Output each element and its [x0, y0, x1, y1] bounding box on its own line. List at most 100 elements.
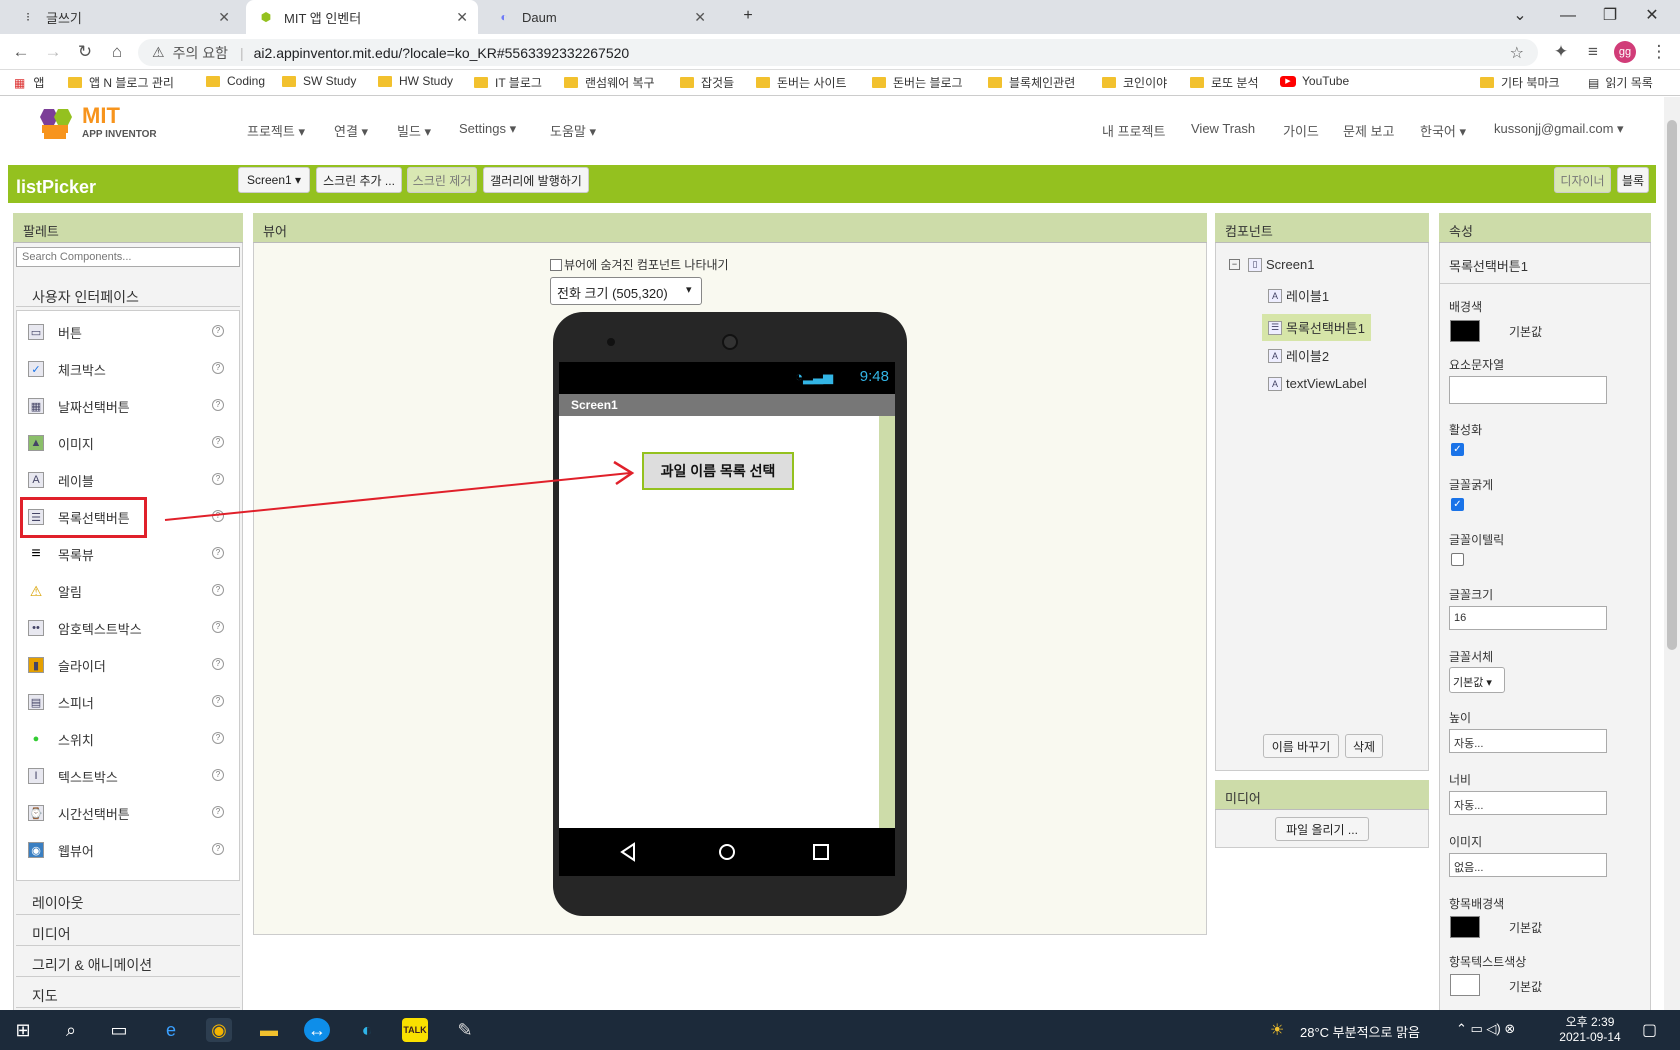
category-layout[interactable]: 레이아웃 — [16, 887, 240, 915]
bookmark-item[interactable]: 돈버는 블로그 — [872, 74, 963, 91]
italic-checkbox[interactable] — [1451, 553, 1464, 566]
help-icon[interactable]: ? — [212, 510, 224, 522]
bold-checkbox[interactable]: ✓ — [1451, 498, 1464, 511]
reload-icon[interactable]: ↻ — [74, 41, 96, 63]
home-icon[interactable]: ⌂ — [106, 41, 128, 63]
tab-daum[interactable]: ◐ Daum ✕ — [484, 0, 716, 34]
search-input[interactable]: Search Components... — [16, 247, 240, 267]
bookmark-reading-list[interactable]: ▤ 읽기 목록 — [1588, 74, 1653, 91]
bookmark-item[interactable]: Coding — [206, 74, 265, 88]
height-input[interactable]: 자동... — [1449, 729, 1607, 753]
fontface-select[interactable]: 기본값 ▾ — [1449, 667, 1505, 693]
help-icon[interactable]: ? — [212, 325, 224, 337]
bookmark-item[interactable]: 잡것들 — [680, 74, 734, 91]
bookmark-item[interactable]: IT 블로그 — [474, 74, 542, 91]
bookmark-item[interactable]: 돈버는 사이트 — [756, 74, 847, 91]
help-icon[interactable]: ? — [212, 658, 224, 670]
tree-label2[interactable]: A 레이블2 — [1268, 346, 1329, 365]
screen-select[interactable]: Screen1 ▾ — [238, 167, 310, 193]
help-icon[interactable]: ? — [212, 695, 224, 707]
palette-item-image[interactable]: ▲ 이미지 — [28, 433, 94, 453]
help-icon[interactable]: ? — [212, 843, 224, 855]
file-explorer-icon[interactable]: ▬ — [256, 1018, 282, 1042]
tray-icons[interactable]: ⌃ ▭ ◁) ⊗ — [1456, 1021, 1515, 1037]
edge-icon[interactable]: ◐ — [354, 1018, 380, 1042]
tab-appinventor[interactable]: ⬢ MIT 앱 인벤터 ✕ — [246, 0, 478, 34]
kakaotalk-icon[interactable]: TALK — [402, 1018, 428, 1042]
back-icon[interactable]: ← — [10, 41, 32, 63]
task-view-icon[interactable]: ▭ — [106, 1018, 132, 1042]
appinventor-logo[interactable]: MIT APP INVENTOR — [36, 103, 166, 145]
close-icon[interactable]: ✕ — [694, 9, 706, 26]
media-icon[interactable]: ≡ — [1582, 41, 1604, 63]
search-icon[interactable]: ⌕ — [58, 1018, 84, 1042]
image-input[interactable]: 없음... — [1449, 853, 1607, 877]
palette-item-switch[interactable]: ● 스위치 — [28, 729, 94, 749]
menu-language[interactable]: 한국어 ▾ — [1420, 121, 1466, 140]
tree-label1[interactable]: A 레이블1 — [1268, 286, 1329, 305]
show-hidden-checkbox[interactable] — [550, 258, 562, 271]
clock-time[interactable]: 오후 2:39 — [1560, 1013, 1620, 1030]
tree-screen1[interactable]: − ▯ Screen1 — [1229, 257, 1314, 272]
window-close-icon[interactable]: ✕ — [1632, 4, 1672, 28]
menu-help[interactable]: 도움말 ▾ — [550, 121, 596, 140]
palette-item-webviewer[interactable]: ◉ 웹뷰어 — [28, 840, 94, 860]
bgcolor-swatch[interactable] — [1450, 320, 1480, 342]
clock-date[interactable]: 2021-09-14 — [1548, 1030, 1632, 1044]
category-maps[interactable]: 지도 — [16, 980, 240, 1008]
bookmark-apps[interactable]: ▦ 앱 — [14, 74, 44, 91]
itembg-swatch[interactable] — [1450, 916, 1480, 938]
close-icon[interactable]: ✕ — [456, 9, 468, 26]
maximize-icon[interactable]: ❐ — [1590, 4, 1630, 28]
bookmark-item[interactable]: 코인이야 — [1102, 74, 1167, 91]
bookmark-item[interactable]: HW Study — [378, 74, 453, 88]
close-icon[interactable]: ✕ — [218, 9, 230, 26]
palette-item-timepicker[interactable]: ⌚ 시간선택버튼 — [28, 803, 130, 823]
weather-text[interactable]: 28°C 부분적으로 맑음 — [1300, 1022, 1420, 1041]
help-icon[interactable]: ? — [212, 584, 224, 596]
palette-item-datepicker[interactable]: ▦ 날짜선택버튼 — [28, 396, 130, 416]
phone-size-select[interactable]: 전화 크기 (505,320) — [550, 277, 702, 305]
bookmark-item[interactable]: SW Study — [282, 74, 356, 88]
listpicker-button[interactable]: 과일 이름 목록 선택 — [642, 452, 794, 490]
help-icon[interactable]: ? — [212, 399, 224, 411]
menu-icon[interactable]: ⋮ — [1648, 41, 1670, 63]
menu-project[interactable]: 프로젝트 ▾ — [247, 121, 305, 140]
minimize-icon[interactable]: — — [1548, 4, 1588, 28]
palette-item-label[interactable]: A 레이블 — [28, 470, 94, 490]
link-report[interactable]: 문제 보고 — [1343, 121, 1394, 140]
palette-item-spinner[interactable]: ▤ 스피너 — [28, 692, 94, 712]
delete-button[interactable]: 삭제 — [1345, 734, 1383, 758]
menu-build[interactable]: 빌드 ▾ — [397, 121, 431, 140]
help-icon[interactable]: ? — [212, 732, 224, 744]
windows-start-icon[interactable]: ⊞ — [10, 1018, 36, 1042]
tree-listpicker1[interactable]: ☰ 목록선택버튼1 — [1262, 314, 1371, 341]
forward-icon[interactable]: → — [42, 41, 64, 63]
category-drawing[interactable]: 그리기 & 애니메이션 — [16, 949, 240, 977]
bookmark-other[interactable]: 기타 북마크 — [1480, 74, 1560, 91]
fontsize-input[interactable]: 16 — [1449, 606, 1607, 630]
menu-account[interactable]: kussonjj@gmail.com ▾ — [1494, 121, 1624, 137]
itemtext-swatch[interactable] — [1450, 974, 1480, 996]
blocks-button[interactable]: 블록 — [1617, 167, 1649, 193]
help-icon[interactable]: ? — [212, 473, 224, 485]
enabled-checkbox[interactable]: ✓ — [1451, 443, 1464, 456]
palette-item-passwordtextbox[interactable]: •• 암호텍스트박스 — [28, 618, 142, 638]
url-field[interactable]: ⚠ 주의 요함 | ai2.appinventor.mit.edu/?local… — [138, 39, 1538, 66]
upload-file-button[interactable]: 파일 올리기 ... — [1275, 817, 1369, 841]
help-icon[interactable]: ? — [212, 547, 224, 559]
bookmark-item[interactable]: 블록체인관련 — [988, 74, 1075, 91]
bookmark-item[interactable]: 앱 N 블로그 관리 — [68, 74, 174, 91]
ie-icon[interactable]: e — [158, 1018, 184, 1042]
extensions-icon[interactable]: ✦ — [1550, 41, 1572, 63]
help-icon[interactable]: ? — [212, 769, 224, 781]
help-icon[interactable]: ? — [212, 806, 224, 818]
bookmark-item[interactable]: 랜섬웨어 복구 — [564, 74, 655, 91]
profile-avatar[interactable]: gg — [1614, 41, 1636, 63]
category-user-interface[interactable]: 사용자 인터페이스 — [16, 281, 240, 307]
add-screen-button[interactable]: 스크린 추가 ... — [316, 167, 402, 193]
palette-item-textbox[interactable]: I 텍스트박스 — [28, 766, 118, 786]
paint-icon[interactable]: ✎ — [452, 1018, 478, 1042]
help-icon[interactable]: ? — [212, 362, 224, 374]
palette-item-checkbox[interactable]: ✓ 체크박스 — [28, 359, 106, 379]
